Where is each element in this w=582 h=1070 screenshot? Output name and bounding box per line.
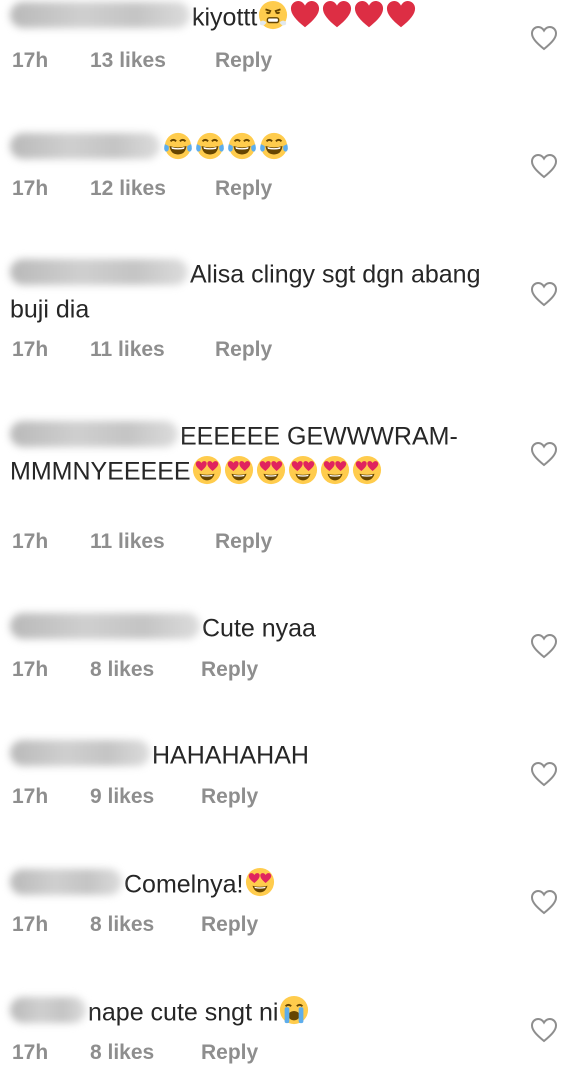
comment-body: nape cute sngt ni xyxy=(10,994,500,1029)
heart-outline-icon[interactable] xyxy=(530,633,558,659)
heart-eyes-face-icon xyxy=(256,455,286,485)
heart-outline-icon[interactable] xyxy=(530,889,558,915)
username-blurred[interactable] xyxy=(10,133,160,160)
reply-button[interactable]: Reply xyxy=(201,785,258,809)
heart-eyes-face-icon xyxy=(245,867,275,897)
username-blurred[interactable] xyxy=(10,421,178,448)
comment-text: kiyottt xyxy=(192,3,258,32)
reply-button[interactable]: Reply xyxy=(215,530,272,554)
comment-time: 17h xyxy=(12,177,49,200)
username-blurred[interactable] xyxy=(10,869,122,896)
comment-likes[interactable]: 13 likes xyxy=(90,49,166,73)
comment-time: 17h xyxy=(12,658,49,681)
comment-body: Alisa clingy sgt dgn abang buji dia xyxy=(10,256,500,327)
tears-of-joy-face-icon xyxy=(259,131,289,161)
comment-body: Cute nyaa xyxy=(10,610,500,645)
comment-likes[interactable]: 8 likes xyxy=(90,1041,154,1065)
heart-eyes-face-icon xyxy=(288,455,318,485)
heart-outline-icon[interactable] xyxy=(530,441,558,467)
heart-eyes-face-icon xyxy=(192,455,222,485)
loudly-crying-face-icon xyxy=(279,995,309,1025)
red-heart-icon xyxy=(354,0,384,30)
reply-button[interactable]: Reply xyxy=(215,177,272,201)
comment-likes[interactable]: 8 likes xyxy=(90,658,154,682)
comment-likes[interactable]: 8 likes xyxy=(90,913,154,937)
username-blurred[interactable] xyxy=(10,2,190,29)
username-blurred[interactable] xyxy=(10,613,200,640)
comment-body xyxy=(10,130,500,165)
heart-outline-icon[interactable] xyxy=(530,153,558,179)
comment-body: kiyottt xyxy=(10,0,500,34)
tears-of-joy-face-icon xyxy=(163,131,193,161)
heart-eyes-face-icon xyxy=(320,455,350,485)
comment-likes[interactable]: 12 likes xyxy=(90,177,166,201)
comment-text: Comelnya! xyxy=(124,870,244,899)
comment-likes[interactable]: 11 likes xyxy=(90,338,165,362)
red-heart-icon xyxy=(386,0,416,30)
username-blurred[interactable] xyxy=(10,259,188,286)
comment-time: 17h xyxy=(12,913,49,936)
reply-button[interactable]: Reply xyxy=(215,338,272,362)
comment-time: 17h xyxy=(12,530,49,553)
heart-outline-icon[interactable] xyxy=(530,281,558,307)
comment-time: 17h xyxy=(12,49,49,72)
steam-from-nose-face-icon xyxy=(258,0,288,30)
comment-time: 17h xyxy=(12,785,49,808)
comment-likes[interactable]: 9 likes xyxy=(90,785,154,809)
username-blurred[interactable] xyxy=(10,997,86,1024)
reply-button[interactable]: Reply xyxy=(215,49,272,73)
comment-likes[interactable]: 11 likes xyxy=(90,530,165,554)
comment-body: EEEEEE GEWWWRAM-MMMNYEEEEE xyxy=(10,418,480,489)
comment-body: Comelnya! xyxy=(10,866,500,901)
comment-time: 17h xyxy=(12,1041,49,1064)
heart-eyes-face-icon xyxy=(224,455,254,485)
red-heart-icon xyxy=(322,0,352,30)
reply-button[interactable]: Reply xyxy=(201,658,258,682)
reply-button[interactable]: Reply xyxy=(201,913,258,937)
heart-outline-icon[interactable] xyxy=(530,25,558,51)
comment-text: Cute nyaa xyxy=(202,614,316,643)
tears-of-joy-face-icon xyxy=(195,131,225,161)
red-heart-icon xyxy=(290,0,320,30)
comment-text: nape cute sngt ni xyxy=(88,998,279,1027)
reply-button[interactable]: Reply xyxy=(201,1041,258,1065)
heart-outline-icon[interactable] xyxy=(530,761,558,787)
comment-text: HAHAHAHAH xyxy=(152,741,309,770)
heart-eyes-face-icon xyxy=(352,455,382,485)
username-blurred[interactable] xyxy=(10,740,150,767)
heart-outline-icon[interactable] xyxy=(530,1017,558,1043)
comment-time: 17h xyxy=(12,338,49,361)
comment-body: HAHAHAHAH xyxy=(10,737,500,772)
tears-of-joy-face-icon xyxy=(227,131,257,161)
